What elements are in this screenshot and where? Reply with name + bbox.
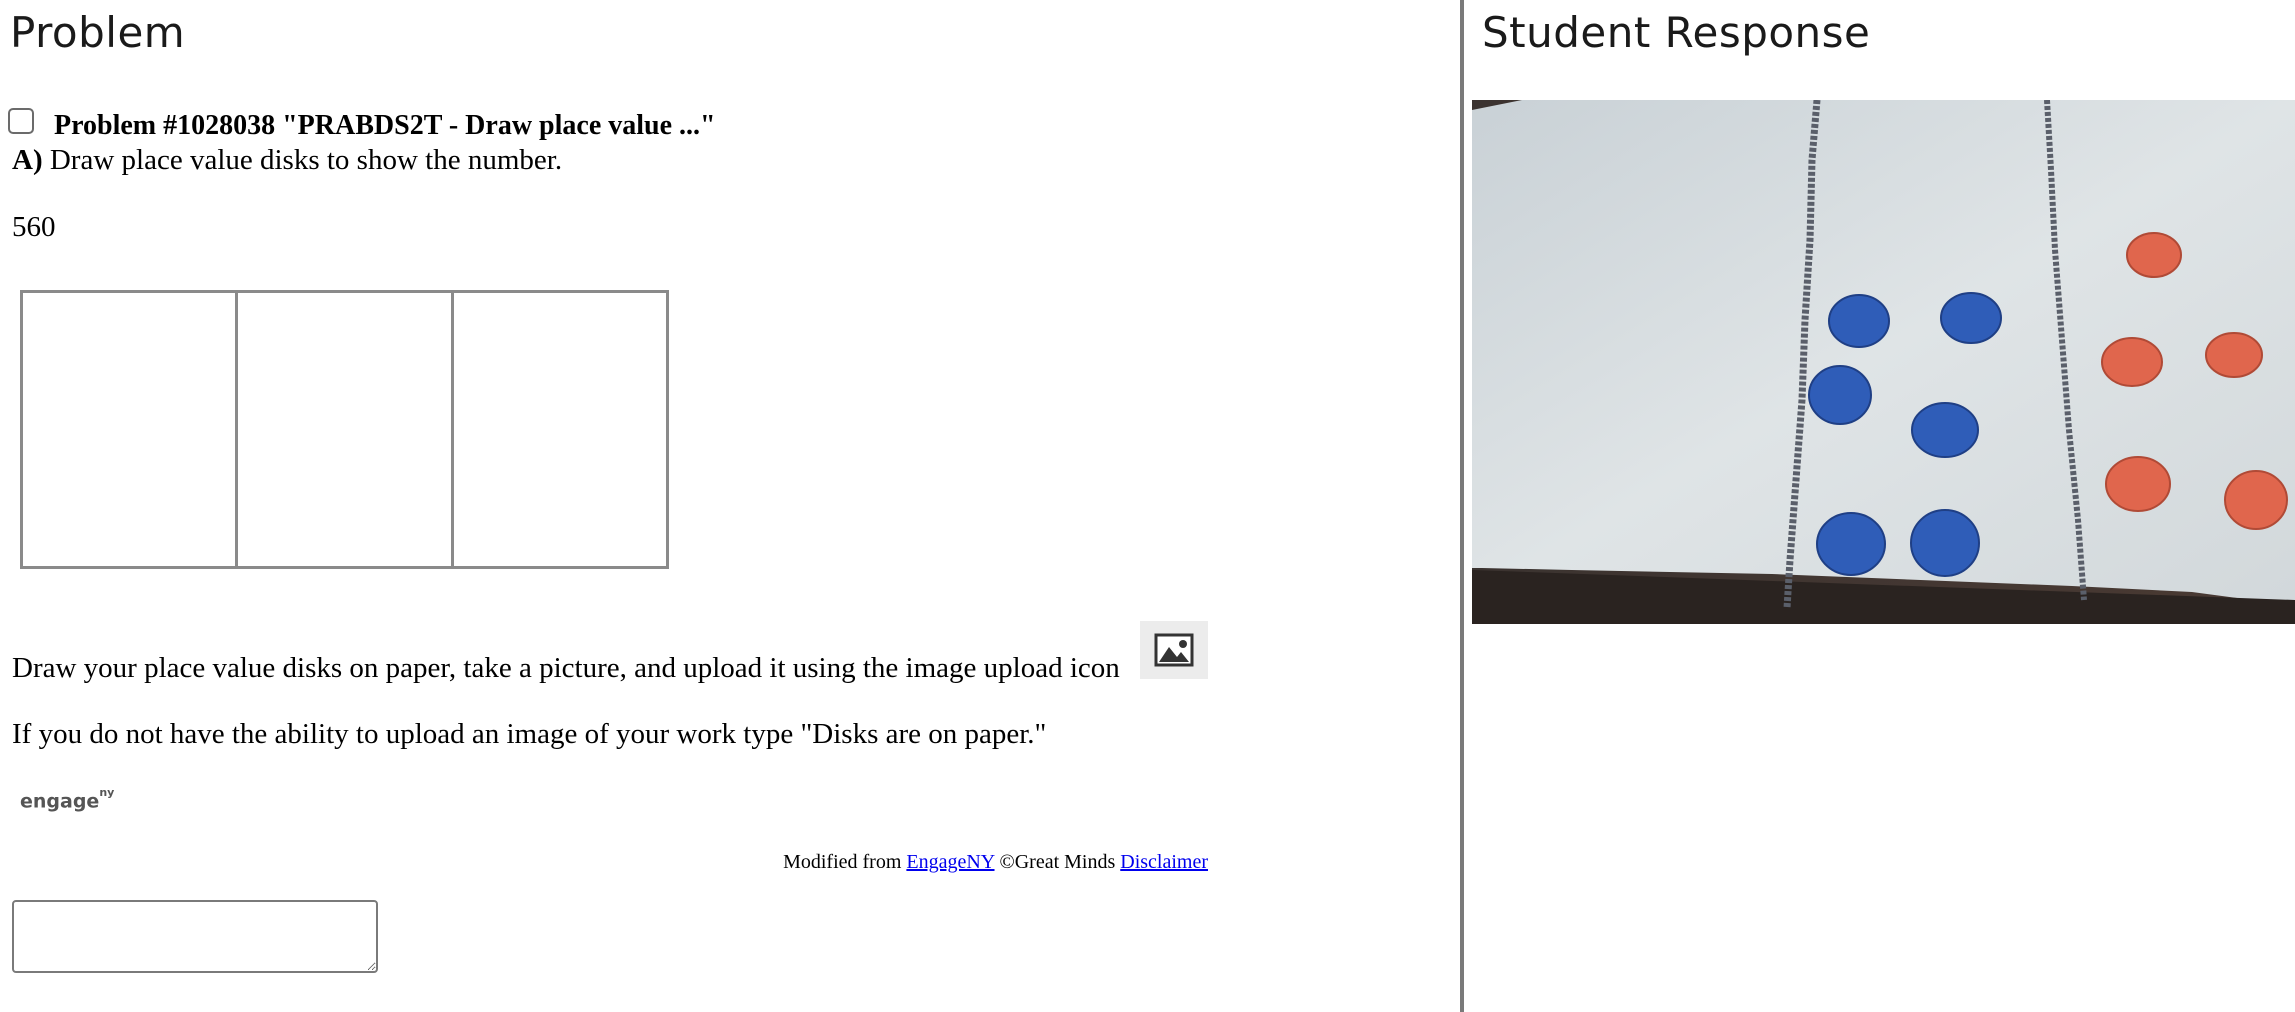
logo-superscript: ny: [99, 786, 115, 799]
engageny-logo: engageny: [20, 786, 114, 813]
question-line: A) Draw place value disks to show the nu…: [12, 144, 562, 177]
response-pane-title: Student Response: [1482, 8, 1871, 57]
question-text: Draw place value disks to show the numbe…: [42, 144, 563, 176]
place-value-column-hundreds: [23, 293, 235, 566]
image-icon: [1154, 633, 1194, 667]
credit-prefix: Modified from: [783, 851, 907, 873]
place-value-column-tens: [235, 293, 450, 566]
paper-note: If you do not have the ability to upload…: [12, 718, 1047, 750]
student-response-photo: [1472, 100, 2295, 624]
student-photo-image: [1472, 100, 2295, 624]
upload-instructions: Draw your place value disks on paper, ta…: [12, 652, 1120, 684]
logo-text: engage: [20, 790, 100, 813]
credit-line: Modified from EngageNY ©Great Minds Disc…: [783, 851, 1208, 874]
place-value-column-ones: [450, 293, 666, 566]
problem-pane-title: Problem: [10, 8, 186, 57]
response-pane: Student Response: [1464, 0, 2295, 1012]
problem-select-checkbox[interactable]: [8, 108, 34, 134]
answer-input[interactable]: [12, 900, 378, 973]
credit-middle: ©Great Minds: [994, 851, 1121, 873]
image-upload-icon: [1140, 621, 1208, 679]
disclaimer-link[interactable]: Disclaimer: [1120, 851, 1208, 873]
app: Problem Problem #1028038 "PRABDS2T - Dra…: [0, 0, 2295, 1012]
problem-header: Problem #1028038 "PRABDS2T - Draw place …: [54, 110, 716, 141]
part-label: A): [12, 144, 43, 176]
engageny-link[interactable]: EngageNY: [906, 851, 994, 873]
problem-pane: Problem Problem #1028038 "PRABDS2T - Dra…: [0, 0, 1460, 1012]
target-number: 560: [12, 211, 56, 243]
place-value-chart: [20, 290, 669, 569]
